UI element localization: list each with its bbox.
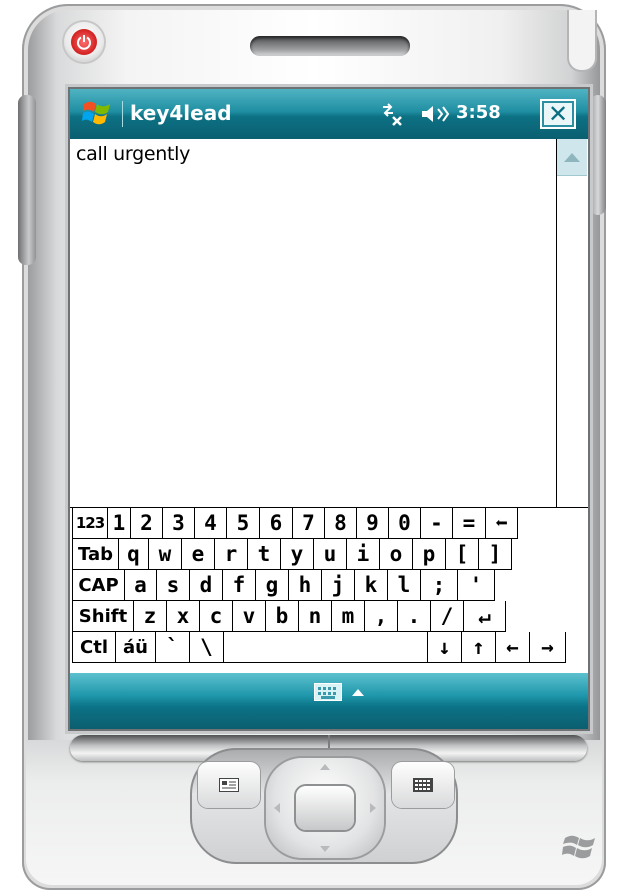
key-u[interactable]: u — [314, 539, 347, 570]
key-n[interactable]: n — [299, 601, 332, 632]
key-backspace[interactable]: ⬅ — [486, 508, 518, 539]
input-menu-arrow-icon[interactable] — [352, 689, 364, 696]
keyboard-icon[interactable] — [314, 683, 342, 701]
windows-start-icon[interactable] — [82, 98, 112, 128]
key-8[interactable]: 8 — [325, 508, 357, 539]
key-1[interactable]: 1 — [108, 508, 131, 539]
key-j[interactable]: j — [322, 570, 355, 601]
key-v[interactable]: v — [233, 601, 266, 632]
key-b[interactable]: b — [266, 601, 299, 632]
key-123[interactable]: 123 — [72, 508, 108, 539]
calendar-hardware-button[interactable] — [198, 762, 260, 808]
key-apostrophe[interactable]: ' — [458, 570, 495, 601]
key-period[interactable]: . — [398, 601, 431, 632]
key-d[interactable]: d — [190, 570, 223, 601]
key-r[interactable]: r — [215, 539, 248, 570]
key-minus[interactable]: - — [421, 508, 453, 539]
volume-icon[interactable] — [420, 103, 450, 125]
key-x[interactable]: x — [167, 601, 200, 632]
key-w[interactable]: w — [149, 539, 182, 570]
key-0[interactable]: 0 — [389, 508, 421, 539]
close-icon: ✕ — [547, 100, 569, 128]
contacts-hardware-button[interactable] — [392, 762, 454, 808]
key-caps[interactable]: CAP — [72, 570, 125, 601]
calendar-icon — [219, 778, 239, 792]
scroll-up-button[interactable] — [557, 139, 587, 176]
stylus-slot — [567, 10, 597, 72]
key-tab[interactable]: Tab — [72, 539, 119, 570]
power-button[interactable] — [64, 22, 104, 62]
key-7[interactable]: 7 — [293, 508, 325, 539]
key-c[interactable]: c — [200, 601, 233, 632]
key-y[interactable]: y — [281, 539, 314, 570]
device-screen: key4lead 3:58 ✕ call urgently 123 1 2 3 … — [68, 87, 590, 731]
keyboard-row-3: CAP a s d f g h j k l ; ' — [72, 570, 495, 601]
earpiece-speaker — [250, 36, 410, 56]
side-button-right[interactable] — [590, 95, 606, 215]
key-left-bracket[interactable]: [ — [446, 539, 479, 570]
key-arrow-right[interactable]: → — [530, 632, 566, 663]
power-icon — [71, 29, 97, 55]
key-6[interactable]: 6 — [260, 508, 293, 539]
key-enter[interactable]: ↵ — [464, 601, 506, 632]
key-9[interactable]: 9 — [357, 508, 389, 539]
key-equals[interactable]: = — [453, 508, 486, 539]
key-l[interactable]: l — [388, 570, 421, 601]
clock[interactable]: 3:58 — [456, 102, 501, 123]
vertical-scrollbar[interactable] — [556, 139, 587, 507]
close-button[interactable]: ✕ — [540, 99, 576, 129]
key-5[interactable]: 5 — [227, 508, 260, 539]
key-p[interactable]: p — [413, 539, 446, 570]
windows-logo-icon — [562, 835, 595, 859]
key-i[interactable]: i — [347, 539, 380, 570]
key-h[interactable]: h — [289, 570, 322, 601]
connectivity-icon[interactable] — [377, 101, 405, 127]
key-backslash[interactable]: \ — [190, 632, 224, 663]
key-shift[interactable]: Shift — [72, 601, 134, 632]
key-accents[interactable]: áü — [116, 632, 156, 663]
key-semicolon[interactable]: ; — [421, 570, 458, 601]
key-3[interactable]: 3 — [163, 508, 195, 539]
key-t[interactable]: t — [248, 539, 281, 570]
keyboard-row-4: Shift z x c v b n m , . / ↵ — [72, 601, 506, 632]
title-separator — [122, 101, 123, 127]
key-slash[interactable]: / — [431, 601, 464, 632]
keyboard-row-1: 123 1 2 3 4 5 6 7 8 9 0 - = ⬅ — [72, 508, 518, 539]
key-q[interactable]: q — [119, 539, 149, 570]
scroll-up-arrow-icon — [564, 152, 580, 162]
key-4[interactable]: 4 — [195, 508, 227, 539]
key-ctrl[interactable]: Ctl — [72, 632, 116, 663]
key-k[interactable]: k — [355, 570, 388, 601]
key-g[interactable]: g — [256, 570, 289, 601]
key-right-bracket[interactable]: ] — [479, 539, 512, 570]
grid-icon — [413, 778, 433, 792]
key-2[interactable]: 2 — [131, 508, 163, 539]
note-content: call urgently — [70, 139, 588, 507]
key-m[interactable]: m — [332, 601, 365, 632]
key-s[interactable]: s — [157, 570, 190, 601]
keyboard-row-5: Ctl áü ` \ ↓ ↑ ← → — [72, 632, 566, 663]
key-o[interactable]: o — [380, 539, 413, 570]
key-backtick[interactable]: ` — [156, 632, 190, 663]
key-arrow-up[interactable]: ↑ — [462, 632, 496, 663]
side-button-left[interactable] — [18, 95, 36, 265]
note-text-area[interactable]: call urgently — [76, 143, 556, 503]
soft-keyboard: 123 1 2 3 4 5 6 7 8 9 0 - = ⬅ Tab q w e … — [70, 507, 588, 674]
title-bar: key4lead 3:58 ✕ — [70, 89, 588, 139]
key-z[interactable]: z — [134, 601, 167, 632]
key-e[interactable]: e — [182, 539, 215, 570]
key-space[interactable] — [224, 632, 428, 663]
app-title: key4lead — [130, 101, 232, 125]
key-arrow-left[interactable]: ← — [496, 632, 530, 663]
key-arrow-down[interactable]: ↓ — [428, 632, 462, 663]
key-f[interactable]: f — [223, 570, 256, 601]
menu-bar — [70, 673, 588, 729]
key-comma[interactable]: , — [365, 601, 398, 632]
key-a[interactable]: a — [125, 570, 157, 601]
dpad-center-button[interactable] — [296, 786, 354, 830]
keyboard-row-2: Tab q w e r t y u i o p [ ] — [72, 539, 512, 570]
